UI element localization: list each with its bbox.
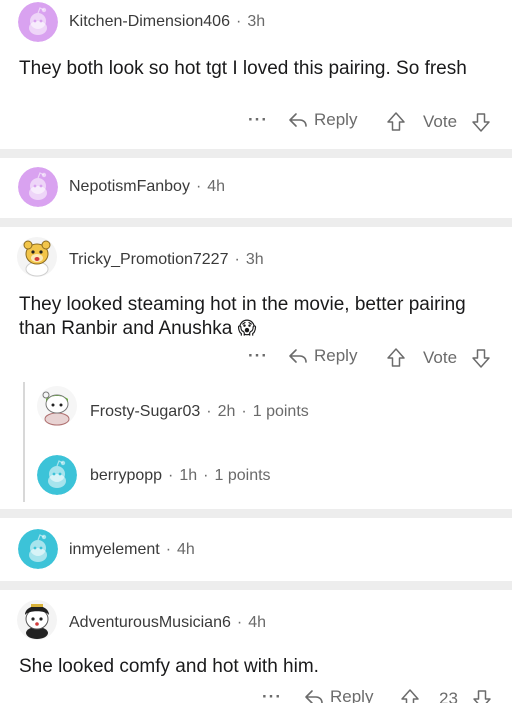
comment-meta: Tricky_Promotion7227 · 3h — [69, 251, 264, 269]
downvote-icon[interactable] — [471, 111, 491, 133]
meta-separator: · — [168, 467, 174, 484]
meta-separator: · — [206, 403, 212, 420]
comment-1: Kitchen-Dimension406 · 3h They both look s… — [0, 0, 512, 150]
reply-icon — [289, 349, 307, 363]
avatar[interactable] — [37, 455, 77, 495]
meta-separator: · — [236, 614, 243, 631]
comment-separator — [0, 218, 512, 227]
comment-separator — [0, 509, 512, 518]
reply-label: Reply — [330, 687, 374, 703]
comment-separator — [0, 149, 512, 158]
reply-label: Reply — [314, 110, 358, 129]
snoo-avatar-icon — [18, 167, 58, 207]
avatar[interactable] — [18, 2, 58, 42]
meta-separator: · — [235, 13, 242, 30]
comment-actions: ··· Reply Vote — [0, 344, 512, 372]
username[interactable]: NepotismFanboy — [69, 178, 190, 195]
nested-reply-2: berrypopp · 1h · 1 points — [0, 452, 512, 507]
timestamp: 3h — [247, 13, 266, 30]
custom-snoo-avatar-icon — [37, 386, 77, 426]
meta-separator: · — [195, 178, 202, 195]
avatar[interactable] — [18, 529, 58, 569]
comment-meta: Frosty-Sugar03 · 2h · 1 points — [90, 403, 309, 421]
comment-meta: Kitchen-Dimension406 · 3h — [69, 13, 265, 31]
snoo-avatar-icon — [18, 2, 58, 42]
comment-meta: NepotismFanboy · 4h — [69, 178, 225, 196]
upvote-icon[interactable] — [400, 688, 420, 703]
timestamp: 2h — [217, 403, 236, 420]
comment-separator — [0, 581, 512, 590]
more-options-button[interactable]: ··· — [262, 687, 282, 703]
meta-separator: · — [241, 403, 247, 420]
comment-actions: ··· Reply 23 — [0, 685, 512, 703]
username[interactable]: Frosty-Sugar03 — [90, 403, 200, 420]
upvote-icon[interactable] — [386, 347, 406, 369]
timestamp: 4h — [177, 541, 195, 558]
meta-separator: · — [165, 541, 172, 558]
vote-label: Vote — [423, 348, 458, 367]
more-options-button[interactable]: ··· — [248, 110, 268, 130]
username[interactable]: berrypopp — [90, 467, 162, 484]
username[interactable]: Tricky_Promotion7227 — [69, 251, 228, 268]
vote-label: Vote — [423, 112, 458, 131]
comment-6: inmyelement · 4h — [0, 518, 512, 581]
nested-reply-1: Frosty-Sugar03 · 2h · 1 points — [0, 382, 512, 442]
custom-snoo-avatar-icon — [17, 600, 57, 640]
avatar[interactable] — [16, 236, 58, 278]
comment-body: She looked comfy and hot with him. — [19, 656, 319, 677]
points: 1 points — [252, 403, 309, 420]
avatar[interactable] — [16, 599, 58, 641]
reply-button[interactable]: Reply — [288, 346, 357, 366]
username[interactable]: Kitchen-Dimension406 — [69, 13, 230, 30]
avatar[interactable] — [18, 167, 58, 207]
downvote-icon[interactable] — [472, 688, 492, 703]
custom-snoo-avatar-icon — [17, 237, 57, 277]
comment-actions: ··· Reply Vote — [0, 108, 512, 136]
meta-separator: · — [203, 467, 209, 484]
reply-button[interactable]: Reply — [288, 110, 357, 130]
comment-3: Tricky_Promotion7227 · 3h They looked stea… — [0, 227, 512, 517]
comment-body: They looked steaming hot in the movie, b… — [19, 293, 489, 341]
snoo-avatar-icon — [37, 455, 77, 495]
shocked-emoji: 😱 — [237, 318, 257, 339]
comment-meta: inmyelement · 4h — [69, 541, 195, 559]
reply-button[interactable]: Reply — [304, 687, 373, 703]
timestamp: 3h — [245, 251, 264, 268]
points: 1 points — [214, 467, 271, 484]
timestamp: 4h — [207, 178, 226, 195]
timestamp: 4h — [248, 614, 266, 631]
avatar[interactable] — [36, 385, 78, 427]
meta-separator: · — [234, 251, 240, 268]
username[interactable]: AdventurousMusician6 — [69, 614, 231, 631]
more-options-button[interactable]: ··· — [248, 346, 268, 366]
comment-7: AdventurousMusician6 · 4h She looked comfy… — [0, 590, 512, 703]
reply-icon — [289, 113, 307, 127]
reply-icon — [305, 690, 323, 703]
upvote-icon[interactable] — [386, 111, 406, 133]
username[interactable]: inmyelement — [69, 541, 160, 558]
comment-2: NepotismFanboy · 4h — [0, 158, 512, 218]
downvote-icon[interactable] — [471, 347, 491, 369]
comment-body: They both look so hot tgt I loved this p… — [19, 58, 467, 79]
comment-meta: AdventurousMusician6 · 4h — [69, 614, 266, 632]
comment-meta: berrypopp · 1h · 1 points — [90, 467, 271, 485]
timestamp: 1h — [179, 467, 198, 484]
snoo-avatar-icon — [18, 529, 58, 569]
vote-count: 23 — [439, 689, 458, 703]
reply-label: Reply — [314, 346, 358, 365]
